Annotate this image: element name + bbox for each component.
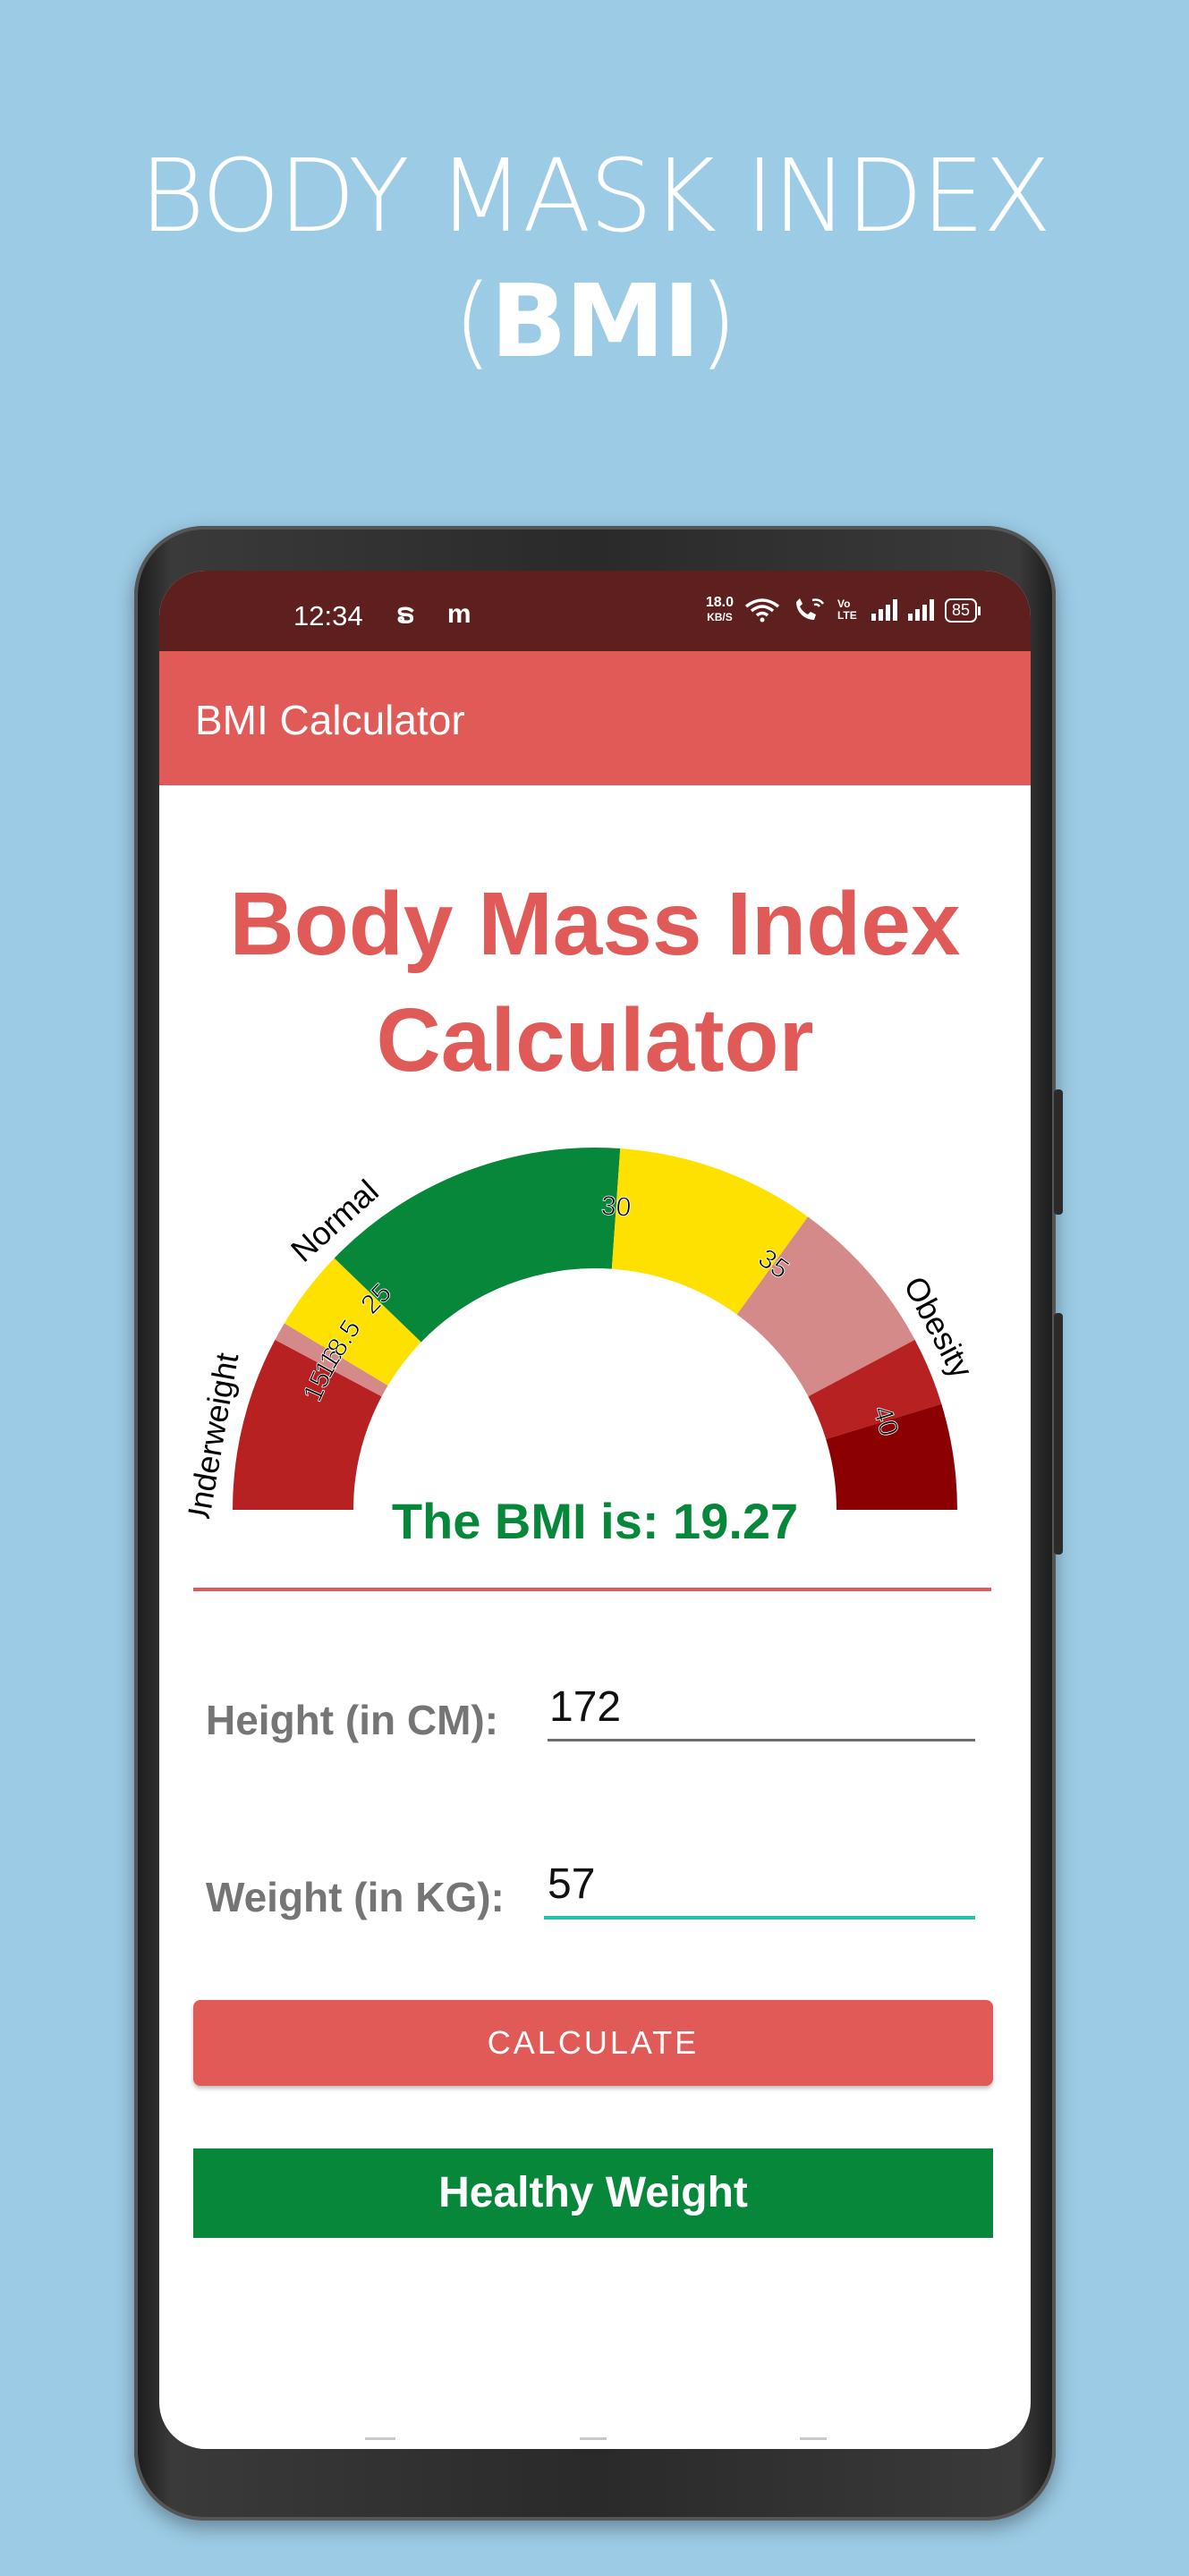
title-line2: Calculator <box>376 990 814 1090</box>
app-bar: BMI Calculator <box>159 651 1031 785</box>
height-input[interactable] <box>546 1680 973 1733</box>
volte-badge: Vo LTE <box>837 597 857 622</box>
open-paren: ( <box>453 264 493 380</box>
promo-line2: (BMI) <box>0 259 1189 385</box>
wifi-icon <box>744 598 780 623</box>
battery-icon: 85 <box>944 597 981 623</box>
weight-input[interactable] <box>544 1857 972 1911</box>
title-line1: Body Mass Index <box>229 874 961 974</box>
phone-screen: 12:34 ຣ m 18.0 KB/S Vo LTE 85 BMI Calcul… <box>159 571 1031 2449</box>
wifi-call-icon <box>795 598 825 620</box>
speed-unit: KB/S <box>707 611 733 623</box>
status-time: 12:34 <box>293 600 363 631</box>
bmi-gauge-svg: 151618.525303540UnderweightNormalOverwei… <box>178 1103 981 1535</box>
signal-icon-1 <box>871 599 897 621</box>
bmi-result-text: The BMI is: 19.27 <box>391 1493 799 1549</box>
bmi-gauge: 151618.525303540UnderweightNormalOverwei… <box>159 1103 1031 1535</box>
promo-line1: BODY MASK INDEX <box>139 139 1052 255</box>
result-status-bar: Healthy Weight <box>193 2148 993 2238</box>
calculate-button[interactable]: CALCULATE <box>193 2000 993 2086</box>
height-label: Height (in CM): <box>206 1697 499 1743</box>
notification-icons: ຣ m <box>396 599 484 629</box>
weight-underline <box>544 1916 975 1919</box>
phone-frame: 12:34 ຣ m 18.0 KB/S Vo LTE 85 BMI Calcul… <box>134 526 1063 2521</box>
close-paren: ) <box>698 264 738 380</box>
volume-button <box>1054 1089 1063 1215</box>
app-bar-title: BMI Calculator <box>195 697 465 743</box>
promo-acronym: BMI <box>490 264 700 380</box>
nav-menu-icon[interactable] <box>365 2437 395 2440</box>
nav-back-icon[interactable] <box>800 2437 827 2440</box>
status-right: 18.0 KB/S Vo LTE 85 <box>706 596 981 624</box>
nav-bar <box>159 2424 1031 2449</box>
status-bar: 12:34 ຣ m 18.0 KB/S Vo LTE 85 <box>159 571 1031 651</box>
signal-icon-2 <box>907 599 934 621</box>
nav-home-icon[interactable] <box>580 2437 607 2440</box>
divider <box>193 1588 991 1591</box>
speed-value: 18.0 <box>705 595 734 610</box>
power-button <box>1054 1313 1063 1555</box>
promo-title: BODY MASK INDEX (BMI) <box>0 134 1189 385</box>
gauge-tick-label: 30 <box>600 1191 633 1223</box>
height-underline <box>548 1739 975 1741</box>
network-speed: 18.0 KB/S <box>706 596 734 624</box>
page-title: Body Mass Index Calculator <box>159 866 1031 1098</box>
weight-label: Weight (in KG): <box>206 1874 505 1920</box>
